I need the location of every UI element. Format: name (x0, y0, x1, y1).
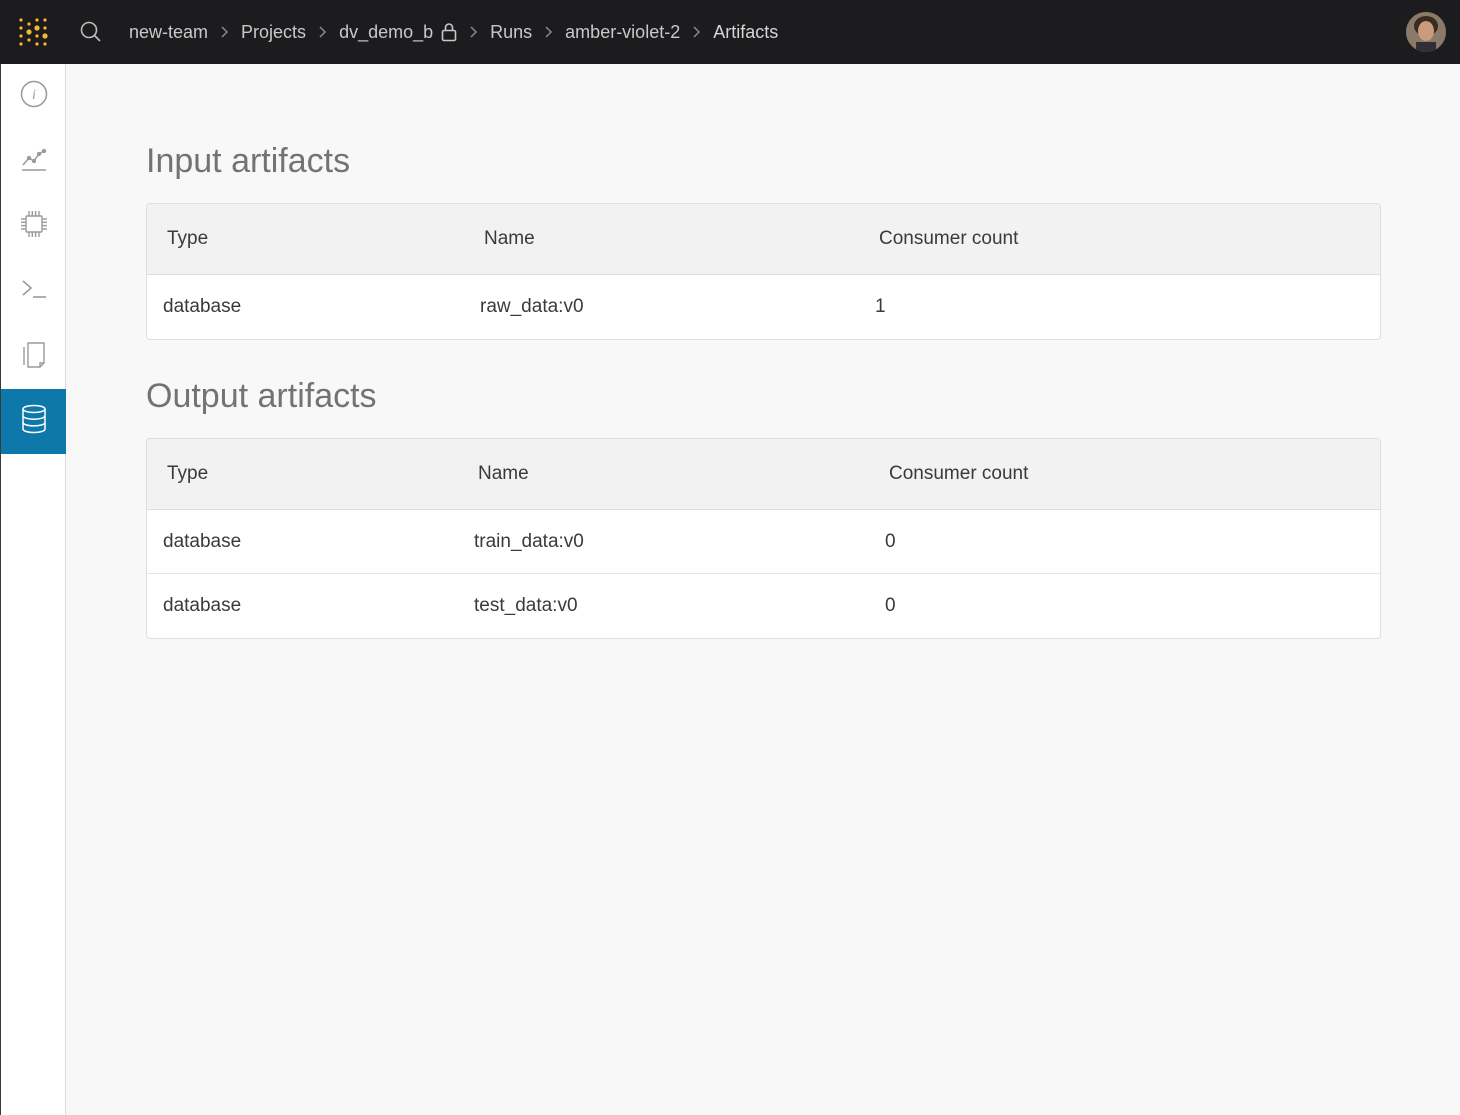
cpu-chip-icon (19, 209, 49, 244)
user-avatar[interactable] (1406, 12, 1446, 52)
table-row[interactable]: database train_data:v0 0 (147, 510, 1380, 574)
lock-icon (441, 22, 457, 42)
artifact-type: database (163, 595, 242, 616)
chevron-right-icon (532, 22, 565, 42)
chevron-right-icon (457, 22, 490, 42)
sidebar-item-artifacts[interactable] (1, 389, 66, 454)
sidebar-item-system[interactable] (1, 194, 66, 259)
column-header-type[interactable]: Type (167, 463, 208, 485)
artifact-consumer-count: 0 (885, 595, 896, 616)
column-header-consumer-count[interactable]: Consumer count (889, 463, 1028, 485)
search-icon[interactable] (66, 0, 116, 64)
chart-line-icon (20, 145, 48, 178)
column-header-consumer-count[interactable]: Consumer count (879, 228, 1018, 250)
svg-text:i: i (32, 88, 36, 103)
breadcrumb-projects[interactable]: Projects (241, 22, 306, 43)
top-navigation-bar: new-team Projects dv_demo_b Runs amber-v… (0, 0, 1460, 64)
output-artifacts-table: Type Name Consumer count database train_… (146, 438, 1381, 639)
output-artifacts-title: Output artifacts (146, 377, 377, 415)
table-row[interactable]: database raw_data:v0 1 (147, 275, 1380, 339)
terminal-icon (20, 275, 48, 308)
chevron-right-icon (208, 22, 241, 42)
artifact-type: database (163, 296, 242, 317)
artifact-consumer-count: 1 (875, 296, 886, 317)
sidebar: i (0, 64, 66, 1115)
breadcrumb-team[interactable]: new-team (129, 22, 208, 43)
info-icon: i (20, 80, 48, 113)
artifact-type: database (163, 530, 242, 552)
artifact-consumer-count: 0 (885, 530, 896, 552)
column-header-name[interactable]: Name (484, 228, 535, 250)
table-header: Type Name Consumer count (147, 204, 1380, 275)
wandb-logo-icon[interactable] (0, 0, 66, 64)
breadcrumb-run[interactable]: amber-violet-2 (565, 22, 680, 43)
artifact-name-link[interactable]: train_data:v0 (474, 531, 584, 553)
database-icon (20, 404, 48, 439)
sidebar-item-files[interactable] (1, 324, 66, 389)
sidebar-item-charts[interactable] (1, 129, 66, 194)
input-artifacts-title: Input artifacts (146, 142, 351, 180)
breadcrumb: new-team Projects dv_demo_b Runs amber-v… (129, 22, 778, 43)
sidebar-item-logs[interactable] (1, 259, 66, 324)
breadcrumb-artifacts: Artifacts (713, 21, 779, 42)
table-header: Type Name Consumer count (147, 439, 1380, 510)
breadcrumb-runs[interactable]: Runs (490, 22, 532, 43)
column-header-name[interactable]: Name (478, 463, 529, 485)
input-artifacts-table: Type Name Consumer count database raw_da… (146, 203, 1381, 340)
column-header-type[interactable]: Type (167, 228, 208, 250)
breadcrumb-project[interactable]: dv_demo_b (339, 22, 433, 43)
artifact-name-link[interactable]: test_data:v0 (474, 595, 578, 617)
chevron-right-icon (680, 22, 713, 42)
sidebar-item-overview[interactable]: i (1, 64, 66, 129)
table-row[interactable]: database test_data:v0 0 (147, 574, 1380, 638)
artifact-name-link[interactable]: raw_data:v0 (480, 296, 584, 318)
chevron-right-icon (306, 22, 339, 42)
files-icon (20, 339, 48, 374)
